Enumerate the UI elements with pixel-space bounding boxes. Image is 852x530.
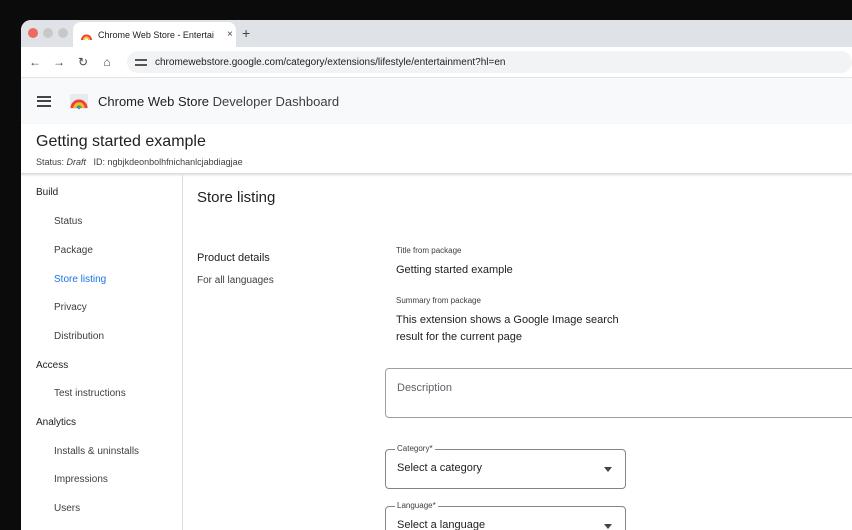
tab-strip: Chrome Web Store - Entertai × + xyxy=(21,20,852,47)
item-title: Getting started example xyxy=(36,133,206,150)
tab-close-icon[interactable]: × xyxy=(227,29,233,40)
minimize-window-button[interactable] xyxy=(43,28,53,38)
browser-toolbar: ← → ↻ ⌂ chromewebstore.google.com/catego… xyxy=(21,47,852,78)
hamburger-menu-icon[interactable] xyxy=(37,95,51,107)
sidebar-section-analytics: Analytics xyxy=(36,417,77,428)
app-header: Chrome Web Store Developer Dashboard xyxy=(21,78,852,124)
title-from-package-label: Title from package xyxy=(396,246,462,255)
home-icon[interactable]: ⌂ xyxy=(95,55,119,69)
device-frame: Chrome Web Store - Entertai × + ← → ↻ ⌂ … xyxy=(0,0,852,530)
page-title: Store listing xyxy=(197,189,276,206)
sidebar-item-impressions[interactable]: Impressions xyxy=(54,474,108,485)
description-field[interactable]: Description xyxy=(385,368,852,418)
dropdown-arrow-icon xyxy=(604,524,612,529)
app-suffix: Developer Dashboard xyxy=(209,93,340,109)
app-name: Chrome Web Store xyxy=(98,93,210,109)
address-bar[interactable]: chromewebstore.google.com/category/exten… xyxy=(127,51,852,73)
chrome-web-store-logo-icon xyxy=(69,92,89,110)
language-label: Language* xyxy=(395,501,438,510)
tab-title: Chrome Web Store - Entertai xyxy=(98,29,214,40)
sidebar-item-privacy[interactable]: Privacy xyxy=(54,302,87,313)
status-label: Status: xyxy=(36,157,67,167)
site-settings-icon[interactable] xyxy=(135,57,147,67)
category-select[interactable]: Category* Select a category xyxy=(385,444,626,489)
chrome-web-store-favicon-icon xyxy=(81,29,92,41)
language-select[interactable]: Language* Select a language xyxy=(385,501,626,530)
sidebar-item-package[interactable]: Package xyxy=(54,245,93,256)
language-value: Select a language xyxy=(397,519,486,530)
item-meta: Status: Draft ID: ngbjkdeonbolhfnichanlc… xyxy=(36,157,243,167)
new-tab-button[interactable]: + xyxy=(242,25,250,41)
url-text: chromewebstore.google.com/category/exten… xyxy=(155,56,506,68)
title-from-package-value: Getting started example xyxy=(396,264,513,276)
browser-window: Chrome Web Store - Entertai × + ← → ↻ ⌂ … xyxy=(21,20,852,530)
sidebar-nav: Build Status Package Store listing Priva… xyxy=(21,175,183,530)
status-value: Draft xyxy=(66,157,87,167)
browser-tab[interactable]: Chrome Web Store - Entertai × xyxy=(73,22,236,47)
sidebar-item-installs-uninstalls[interactable]: Installs & uninstalls xyxy=(54,446,139,457)
back-arrow-icon[interactable]: ← xyxy=(23,55,47,69)
category-value: Select a category xyxy=(397,462,482,474)
sidebar-item-status[interactable]: Status xyxy=(54,216,82,227)
summary-from-package-value: This extension shows a Google Image sear… xyxy=(396,314,619,343)
sidebar-section-access: Access xyxy=(36,360,69,371)
app-title: Chrome Web Store Developer Dashboard xyxy=(98,94,339,109)
close-window-button[interactable] xyxy=(28,28,38,38)
sidebar-item-distribution[interactable]: Distribution xyxy=(54,331,104,342)
sidebar-section-build: Build xyxy=(36,187,59,198)
forward-arrow-icon[interactable]: → xyxy=(47,55,71,69)
item-header: Getting started example Status: Draft ID… xyxy=(21,124,852,174)
product-details-heading: Product details xyxy=(197,252,270,264)
sidebar-item-test-instructions[interactable]: Test instructions xyxy=(54,388,126,399)
description-placeholder: Description xyxy=(397,382,453,394)
sidebar-item-users[interactable]: Users xyxy=(54,503,80,514)
category-label: Category* xyxy=(395,444,435,453)
summary-from-package-label: Summary from package xyxy=(396,296,481,305)
item-id: ID: ngbjkdeonbolhfnichanlcjabdiagjae xyxy=(93,157,243,167)
maximize-window-button[interactable] xyxy=(58,28,68,38)
sidebar-item-store-listing[interactable]: Store listing xyxy=(54,274,106,285)
product-details-subheading: For all languages xyxy=(197,275,274,286)
reload-icon[interactable]: ↻ xyxy=(71,55,95,69)
dropdown-arrow-icon xyxy=(604,467,612,472)
